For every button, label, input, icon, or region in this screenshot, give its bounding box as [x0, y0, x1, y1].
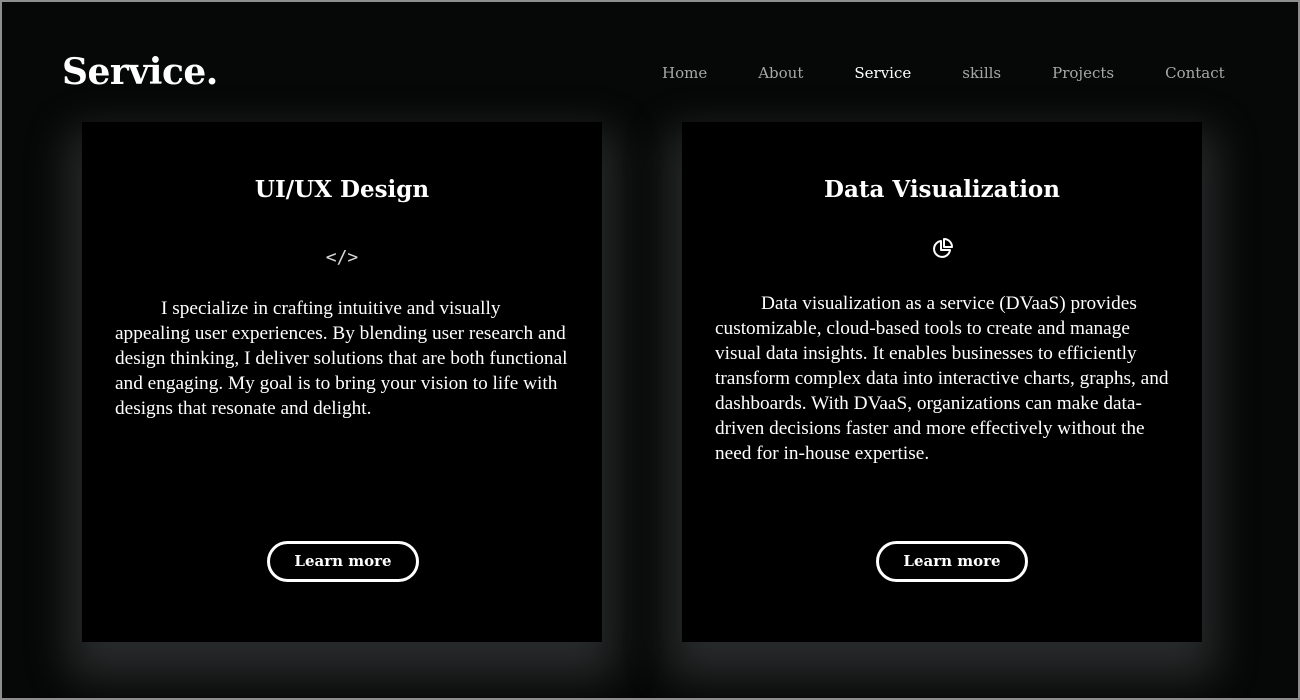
- learn-more-button[interactable]: Learn more: [267, 541, 419, 582]
- code-icon: </>: [325, 247, 359, 268]
- service-card-data-visualization: Data Visualization Data visualization as…: [682, 122, 1202, 642]
- nav-about[interactable]: About: [758, 62, 803, 84]
- nav-service[interactable]: Service: [854, 62, 911, 84]
- nav-contact[interactable]: Contact: [1165, 62, 1225, 84]
- nav-home[interactable]: Home: [662, 62, 707, 84]
- page-title: Service.: [62, 51, 218, 93]
- card-description: I specialize in crafting intuitive and v…: [115, 298, 568, 419]
- service-card-uiux: UI/UX Design </> I specialize in craftin…: [82, 122, 602, 642]
- page-frame: Service. Home About Service skills Proje…: [0, 0, 1300, 700]
- nav-projects[interactable]: Projects: [1052, 62, 1114, 84]
- card-title: UI/UX Design: [254, 176, 430, 203]
- learn-more-button[interactable]: Learn more: [876, 541, 1028, 582]
- pie-chart-icon: [682, 238, 1202, 260]
- main-nav: Home About Service skills Projects Conta…: [662, 62, 1225, 84]
- card-title: Data Visualization: [824, 176, 1060, 203]
- nav-skills[interactable]: skills: [962, 62, 1001, 84]
- card-description: Data visualization as a service (DVaaS) …: [715, 293, 1169, 464]
